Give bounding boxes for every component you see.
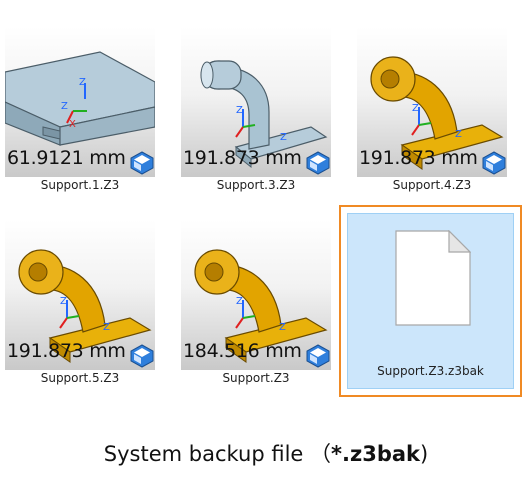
caption-paren-open: （ bbox=[310, 442, 332, 466]
zw3d-badge-icon bbox=[130, 344, 154, 368]
measurement-label: 184.516 mm bbox=[183, 340, 302, 362]
file-name: Support.Z3.z3bak bbox=[377, 364, 484, 378]
measurement-label: 61.9121 mm bbox=[7, 147, 126, 169]
measurement-label: 191.873 mm bbox=[183, 147, 302, 169]
caption-paren-close: ) bbox=[420, 442, 429, 466]
zw3d-badge-icon bbox=[130, 151, 154, 175]
svg-text:X: X bbox=[69, 119, 76, 130]
svg-text:Z: Z bbox=[79, 77, 86, 88]
file-name: Support.3.Z3 bbox=[216, 178, 296, 192]
file-name: Support.4.Z3 bbox=[392, 178, 472, 192]
measurement-label: 191.873 mm bbox=[7, 340, 126, 362]
file-name: Support.1.Z3 bbox=[40, 178, 120, 192]
svg-text:Z: Z bbox=[236, 296, 243, 307]
zw3d-badge-icon bbox=[482, 151, 506, 175]
file-thumbnail: Z Z X 61.9121 mm bbox=[5, 27, 155, 177]
file-thumbnail: Z Z 191.873 mm bbox=[5, 220, 155, 370]
svg-text:Z: Z bbox=[236, 105, 243, 116]
svg-text:Z: Z bbox=[279, 322, 286, 333]
blank-document-icon bbox=[395, 230, 471, 326]
file-tile-support-1[interactable]: Z Z X 61.9121 mm Support.1.Z3 bbox=[5, 27, 155, 195]
svg-text:Z: Z bbox=[455, 129, 462, 140]
zw3d-badge-icon bbox=[306, 151, 330, 175]
svg-text:Z: Z bbox=[280, 132, 287, 143]
svg-text:Z: Z bbox=[412, 103, 419, 114]
zw3d-badge-icon bbox=[306, 344, 330, 368]
svg-text:Z: Z bbox=[60, 296, 67, 307]
backup-file-tile-selected[interactable]: Support.Z3.z3bak bbox=[339, 205, 522, 397]
file-thumbnail: Z Z 191.873 mm bbox=[181, 27, 331, 177]
svg-text:Z: Z bbox=[103, 322, 110, 333]
file-tile-support-5[interactable]: Z Z 191.873 mm Support.5.Z3 bbox=[5, 220, 155, 388]
file-tile-support-4[interactable]: Z Z 191.873 mm Support.4.Z3 bbox=[357, 27, 507, 195]
file-thumbnail: Z Z 191.873 mm bbox=[357, 27, 507, 177]
caption: System backup file （*.z3bak) bbox=[0, 438, 532, 468]
svg-text:Z: Z bbox=[61, 101, 68, 112]
file-tile-support-3[interactable]: Z Z 191.873 mm Support.3.Z3 bbox=[181, 27, 331, 195]
measurement-label: 191.873 mm bbox=[359, 147, 478, 169]
file-name: Support.Z3 bbox=[222, 371, 290, 385]
file-name: Support.5.Z3 bbox=[40, 371, 120, 385]
file-thumbnail: Z Z 184.516 mm bbox=[181, 220, 331, 370]
file-tile-support[interactable]: Z Z 184.516 mm Support.Z3 bbox=[181, 220, 331, 388]
caption-text: System backup file bbox=[103, 442, 304, 466]
caption-extension: *.z3bak bbox=[331, 442, 420, 466]
selection-highlight: Support.Z3.z3bak bbox=[347, 213, 514, 389]
